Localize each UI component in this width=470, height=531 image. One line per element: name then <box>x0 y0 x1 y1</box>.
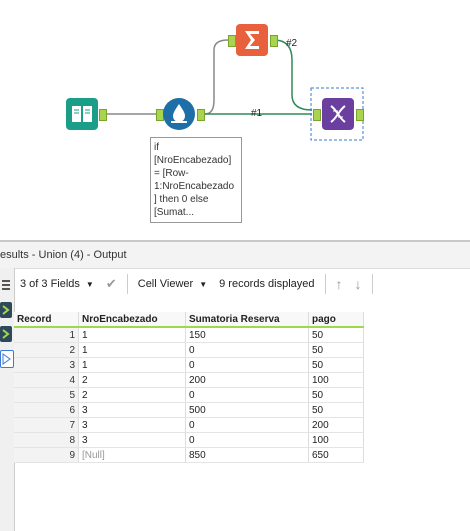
apply-fields-button[interactable]: ✔ <box>100 273 123 295</box>
fields-dropdown[interactable]: 3 of 3 Fields ▼ <box>14 273 100 295</box>
table-cell[interactable]: 3 <box>78 432 186 448</box>
table-cell[interactable]: 100 <box>308 432 364 448</box>
table-cell[interactable]: 50 <box>308 327 364 343</box>
table-row[interactable]: 8 3 0 100 <box>14 432 364 448</box>
union-tool[interactable] <box>322 98 354 130</box>
toolbar-divider <box>371 274 373 294</box>
selected-output-icon[interactable] <box>0 350 14 368</box>
output-anchor-icon[interactable] <box>0 326 12 342</box>
scroll-up-button[interactable]: ↑ <box>330 273 349 295</box>
table-row[interactable]: 9 [Null] 850 650 <box>14 447 364 463</box>
toolbar-divider <box>324 274 326 294</box>
formula-output-anchor[interactable] <box>197 109 205 121</box>
records-count: 9 records displayed <box>213 273 320 295</box>
table-cell[interactable]: 0 <box>185 357 309 373</box>
cell-viewer-label: Cell Viewer <box>137 278 194 290</box>
record-cell[interactable]: 5 <box>14 387 79 403</box>
table-cell[interactable]: 1 <box>78 357 186 373</box>
toolbar-divider <box>126 274 128 294</box>
table-row[interactable]: 1 1 150 50 <box>14 327 364 343</box>
chevron-down-icon: ▼ <box>85 279 94 289</box>
summarize-tool[interactable] <box>236 24 268 56</box>
cell-viewer-dropdown[interactable]: Cell Viewer ▼ <box>132 273 213 295</box>
table-cell[interactable]: 1 <box>78 342 186 358</box>
table-cell[interactable]: 3 <box>78 417 186 433</box>
table-cell[interactable]: 50 <box>308 357 364 373</box>
records-label: 9 records displayed <box>219 278 315 290</box>
table-cell[interactable]: 650 <box>308 447 364 463</box>
results-panel: esults - Union (4) - Output 3 of 3 Field… <box>0 240 470 531</box>
table-cell[interactable]: 100 <box>308 372 364 388</box>
summarize-input-anchor[interactable] <box>228 35 236 47</box>
table-header-row: Record NroEncabezado Sumatoria Reserva p… <box>14 312 364 328</box>
results-title: esults - Union (4) - Output <box>0 249 127 261</box>
table-row[interactable]: 2 1 0 50 <box>14 342 364 358</box>
table-cell[interactable]: 0 <box>185 387 309 403</box>
union-input-anchor[interactable] <box>313 109 321 121</box>
book-icon <box>72 106 92 122</box>
sigma-icon <box>245 31 259 49</box>
results-title-bar: esults - Union (4) - Output <box>0 240 470 269</box>
results-table: Record NroEncabezado Sumatoria Reserva p… <box>14 312 364 463</box>
dna-icon <box>330 105 346 123</box>
table-cell[interactable]: 0 <box>185 417 309 433</box>
record-cell[interactable]: 2 <box>14 342 79 358</box>
table-cell[interactable]: 850 <box>185 447 309 463</box>
table-row[interactable]: 7 3 0 200 <box>14 417 364 433</box>
table-row[interactable]: 5 2 0 50 <box>14 387 364 403</box>
results-toolbar: 3 of 3 Fields ▼ ✔ Cell Viewer ▼ 9 record… <box>14 270 470 298</box>
summarize-output-anchor[interactable] <box>270 35 278 47</box>
results-side-toolbar <box>0 268 15 531</box>
arrow-up-icon: ↑ <box>335 276 343 292</box>
table-cell[interactable]: 500 <box>185 402 309 418</box>
table-cell[interactable]: 150 <box>185 327 309 343</box>
connection-label-2: #2 <box>286 38 298 49</box>
record-cell[interactable]: 8 <box>14 432 79 448</box>
record-cell[interactable]: 9 <box>14 447 79 463</box>
column-header-sumatoria-reserva[interactable]: Sumatoria Reserva <box>185 312 309 328</box>
column-header-record[interactable]: Record <box>14 312 79 328</box>
checkmark-icon: ✔ <box>105 276 117 291</box>
table-cell[interactable]: 1 <box>78 327 186 343</box>
table-cell[interactable]: 50 <box>308 342 364 358</box>
table-cell[interactable]: 50 <box>308 387 364 403</box>
table-cell[interactable]: 200 <box>185 372 309 388</box>
table-row[interactable]: 4 2 200 100 <box>14 372 364 388</box>
input-output-anchor[interactable] <box>99 109 107 121</box>
record-cell[interactable]: 1 <box>14 327 79 343</box>
table-row[interactable]: 3 1 0 50 <box>14 357 364 373</box>
table-cell[interactable]: 2 <box>78 387 186 403</box>
column-header-nroencabezado[interactable]: NroEncabezado <box>78 312 186 328</box>
record-cell[interactable]: 4 <box>14 372 79 388</box>
scroll-down-button[interactable]: ↓ <box>349 273 368 295</box>
table-cell[interactable]: 50 <box>308 402 364 418</box>
record-cell[interactable]: 6 <box>14 402 79 418</box>
table-cell[interactable]: 0 <box>185 342 309 358</box>
workflow-canvas[interactable]: #1 #2 if [NroEncabezado] = [Row- 1:NroEn… <box>0 0 470 240</box>
fields-label: 3 of 3 Fields <box>20 278 80 290</box>
table-cell[interactable]: [Null] <box>78 447 186 463</box>
formula-annotation: if [NroEncabezado] = [Row- 1:NroEncabeza… <box>150 137 242 223</box>
table-cell[interactable]: 200 <box>308 417 364 433</box>
record-cell[interactable]: 7 <box>14 417 79 433</box>
record-cell[interactable]: 3 <box>14 357 79 373</box>
connection-label-1: #1 <box>251 108 263 119</box>
column-header-pago[interactable]: pago <box>308 312 364 328</box>
input-data-tool[interactable] <box>66 98 98 130</box>
table-cell[interactable]: 2 <box>78 372 186 388</box>
arrow-down-icon: ↓ <box>354 276 362 292</box>
multi-row-formula-tool[interactable] <box>163 98 195 130</box>
table-cell[interactable]: 3 <box>78 402 186 418</box>
table-cell[interactable]: 0 <box>185 432 309 448</box>
union-output-anchor[interactable] <box>356 109 364 121</box>
table-view-icon[interactable] <box>0 278 12 294</box>
input-anchor-icon[interactable] <box>0 302 12 318</box>
table-row[interactable]: 6 3 500 50 <box>14 402 364 418</box>
water-drop-icon <box>171 104 187 123</box>
chevron-down-icon: ▼ <box>199 279 208 289</box>
